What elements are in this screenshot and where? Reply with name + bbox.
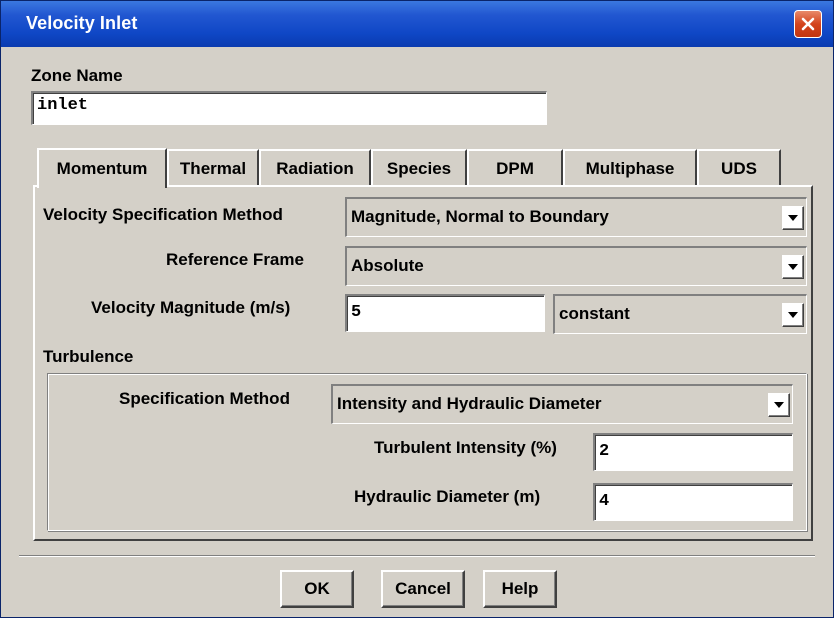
velocity-profile-select[interactable]: constant [553, 294, 807, 334]
help-button-label: Help [501, 579, 539, 598]
velocity-profile-value: constant [559, 304, 630, 323]
dropdown-arrow-icon[interactable] [782, 303, 804, 327]
ok-button-label: OK [304, 579, 330, 598]
tab-label: Momentum [56, 159, 148, 178]
turbulent-intensity-value: 2 [599, 442, 610, 461]
reference-frame-label: Reference Frame [166, 250, 304, 269]
ok-button[interactable]: OK [280, 570, 354, 608]
tab-label: DPM [496, 159, 534, 178]
turbulent-intensity-label: Turbulent Intensity (%) [374, 438, 557, 457]
velocity-inlet-dialog: Velocity Inlet Zone Name inlet Momentum … [0, 0, 834, 618]
zone-name-label: Zone Name [31, 66, 123, 85]
hydraulic-diameter-label: Hydraulic Diameter (m) [354, 487, 541, 506]
velocity-magnitude-label: Velocity Magnitude (m/s) [91, 298, 291, 317]
turbulence-spec-label: Specification Method [119, 389, 290, 408]
hydraulic-diameter-value: 4 [599, 492, 610, 511]
tab-dpm[interactable]: DPM [467, 149, 563, 187]
velocity-magnitude-value: 5 [351, 303, 362, 322]
zone-name-value: inlet [37, 96, 89, 115]
velocity-spec-value: Magnitude, Normal to Boundary [351, 207, 609, 226]
close-button[interactable] [794, 10, 822, 38]
cancel-button[interactable]: Cancel [381, 570, 465, 608]
tab-label: UDS [721, 159, 757, 178]
tab-label: Thermal [179, 159, 247, 178]
velocity-spec-label: Velocity Specification Method [43, 205, 283, 224]
window-title: Velocity Inlet [26, 13, 138, 33]
dropdown-arrow-icon[interactable] [782, 206, 804, 230]
velocity-spec-select[interactable]: Magnitude, Normal to Boundary [345, 197, 807, 237]
reference-frame-select[interactable]: Absolute [345, 246, 807, 286]
tab-radiation[interactable]: Radiation [259, 149, 371, 187]
tab-label: Multiphase [585, 159, 675, 178]
tab-label: Species [386, 159, 452, 178]
divider [19, 555, 815, 557]
tab-uds[interactable]: UDS [697, 149, 781, 187]
close-x-icon [801, 17, 815, 31]
dropdown-arrow-icon[interactable] [768, 393, 790, 417]
zone-name-input[interactable]: inlet [31, 91, 547, 125]
tab-thermal[interactable]: Thermal [167, 149, 259, 187]
turbulence-heading: Turbulence [43, 347, 134, 366]
cancel-button-label: Cancel [395, 579, 451, 598]
tab-momentum[interactable]: Momentum [37, 148, 167, 188]
dropdown-arrow-icon[interactable] [782, 255, 804, 279]
turbulent-intensity-input[interactable]: 2 [593, 433, 793, 471]
tab-multiphase[interactable]: Multiphase [563, 149, 697, 187]
tab-label: Radiation [276, 159, 354, 178]
hydraulic-diameter-input[interactable]: 4 [593, 483, 793, 521]
turbulence-spec-select[interactable]: Intensity and Hydraulic Diameter [331, 384, 793, 424]
reference-frame-value: Absolute [351, 256, 424, 275]
title-bar[interactable]: Velocity Inlet [1, 1, 833, 47]
tab-species[interactable]: Species [371, 149, 467, 187]
velocity-magnitude-input[interactable]: 5 [345, 294, 545, 332]
help-button[interactable]: Help [483, 570, 557, 608]
turbulence-spec-value: Intensity and Hydraulic Diameter [337, 394, 602, 413]
